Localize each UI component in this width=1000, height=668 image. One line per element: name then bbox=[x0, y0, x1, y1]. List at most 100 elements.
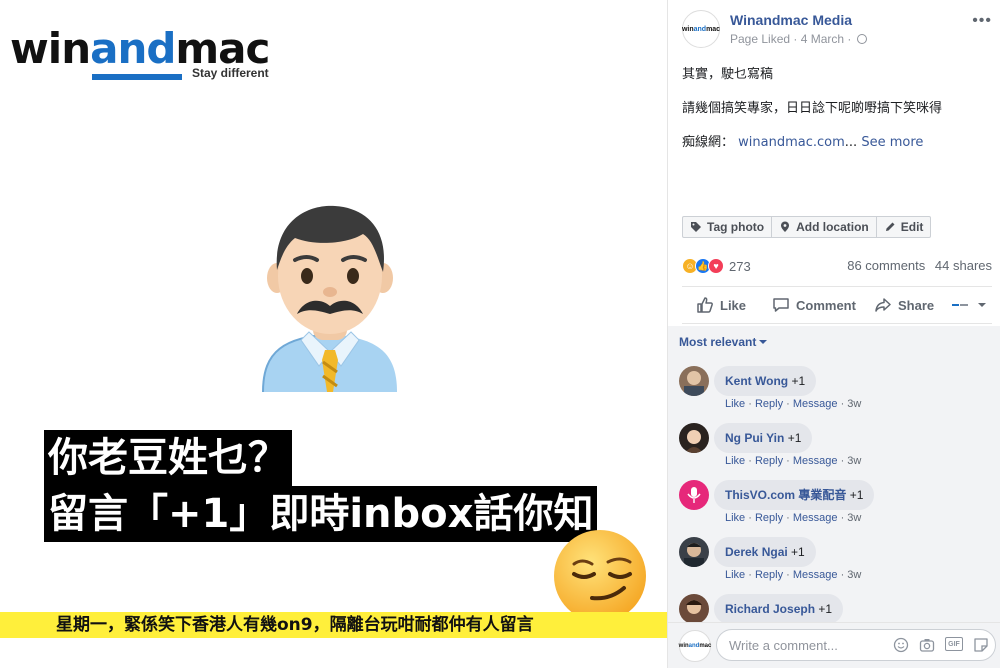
winandmac-link[interactable]: winandmac.com bbox=[738, 135, 845, 150]
avatar[interactable] bbox=[679, 480, 709, 510]
logo-prefix: win bbox=[10, 24, 91, 73]
avatar[interactable] bbox=[679, 423, 709, 453]
caption-line-1: 你老豆姓乜？ bbox=[44, 430, 292, 486]
comments-section: Most relevant Kent Wong +1 Like · Reply … bbox=[668, 326, 1000, 668]
add-location-button[interactable]: Add location bbox=[772, 216, 877, 238]
sticker-icon[interactable] bbox=[973, 637, 989, 653]
emoji-icon[interactable] bbox=[893, 637, 909, 653]
avatar-text-accent: and bbox=[693, 25, 707, 33]
comment-message-link[interactable]: Message bbox=[793, 512, 838, 524]
post-line-1: 其實，駛乜寫稿 bbox=[682, 67, 774, 82]
winandmac-logo: winandmac Stay different bbox=[10, 28, 270, 80]
tag-photo-button[interactable]: Tag photo bbox=[682, 216, 773, 238]
love-reaction-icon: ♥ bbox=[708, 258, 724, 274]
like-label: Like bbox=[720, 297, 747, 313]
tag-photo-label: Tag photo bbox=[707, 220, 765, 234]
image-caption: 你老豆姓乜？ 留言「+1」即時inbox話你知 bbox=[44, 430, 598, 542]
comment-message-link[interactable]: Message bbox=[793, 455, 838, 467]
comment-text: +1 bbox=[791, 545, 805, 559]
comment-like-link[interactable]: Like bbox=[725, 398, 745, 410]
post-as-selector[interactable] bbox=[951, 287, 986, 323]
engagement-counts: 86 comments 44 shares bbox=[847, 258, 992, 273]
avatar-text-suffix: mac bbox=[699, 643, 712, 649]
post-body: 其實，駛乜寫稿 請幾個搞笑專家，日日諗下呢啲嘢搞下笑咪得 痴線網： winand… bbox=[682, 66, 992, 168]
comment-item: ThisVO.com 專業配音 +1 Like · Reply · Messag… bbox=[679, 480, 989, 530]
caption-line-2: 留言「+1」即時inbox話你知 bbox=[44, 486, 598, 542]
page-name-link[interactable]: Winandmac Media bbox=[730, 12, 852, 28]
shares-count-link[interactable]: 44 shares bbox=[935, 258, 992, 273]
comment-item: Ng Pui Yin +1 Like · Reply · Message · 3… bbox=[679, 423, 989, 473]
comment-like-link[interactable]: Like bbox=[725, 569, 745, 581]
like-button[interactable]: Like bbox=[696, 287, 746, 323]
reactions-summary[interactable]: ☺ 👍 ♥ 273 bbox=[682, 258, 751, 274]
comment-input-tools: GIF bbox=[893, 637, 989, 653]
man-office-worker-emoji bbox=[262, 205, 397, 392]
write-comment-row: winandmac GIF bbox=[668, 622, 1000, 668]
comment-reply-link[interactable]: Reply bbox=[755, 398, 783, 410]
comment-reply-link[interactable]: Reply bbox=[755, 569, 783, 581]
post-line-3: 痴線網： winandmac.com... See more bbox=[682, 134, 992, 151]
post-image[interactable]: winandmac Stay different 你老豆姓乜？ 留言「+1」即時… bbox=[0, 0, 667, 668]
comment-bubble: ThisVO.com 專業配音 +1 bbox=[714, 480, 875, 510]
avatar[interactable] bbox=[679, 594, 709, 624]
chevron-down-icon bbox=[978, 303, 986, 307]
logo-accent: and bbox=[90, 24, 176, 73]
page-avatar[interactable]: win and mac bbox=[682, 10, 720, 48]
comment-text: +1 bbox=[849, 488, 864, 502]
share-button[interactable]: Share bbox=[874, 287, 934, 323]
post-side-panel: win and mac Winandmac Media Page Liked · 4… bbox=[667, 0, 1000, 668]
page-logo-mini-icon bbox=[952, 304, 968, 306]
more-options-icon[interactable]: ••• bbox=[972, 12, 992, 30]
gif-icon[interactable]: GIF bbox=[945, 637, 963, 651]
see-more-link[interactable]: See more bbox=[861, 135, 923, 150]
post-line-3-prefix: 痴線網： bbox=[682, 135, 735, 150]
comment-message-link[interactable]: Message bbox=[793, 398, 838, 410]
comment-meta: Like · Reply · Message · 3w bbox=[725, 512, 862, 524]
tag-icon bbox=[691, 222, 701, 232]
smirking-face-emoji bbox=[554, 530, 646, 622]
comment-label: Comment bbox=[796, 297, 856, 313]
edit-label: Edit bbox=[900, 220, 924, 234]
comment-like-link[interactable]: Like bbox=[725, 455, 745, 467]
comment-item: Kent Wong +1 Like · Reply · Message · 3w bbox=[679, 366, 989, 416]
comment-meta: Like · Reply · Message · 3w bbox=[725, 569, 862, 581]
post-header: win and mac Winandmac Media Page Liked · 4… bbox=[682, 10, 992, 50]
post-line-2: 請幾個搞笑專家，日日諗下呢啲嘢搞下笑咪得 bbox=[682, 101, 943, 116]
logo-tagline: Stay different bbox=[192, 66, 269, 80]
comment-item: Derek Ngai +1 Like · Reply · Message · 3… bbox=[679, 537, 989, 587]
post-action-bar: Like Comment Share bbox=[682, 286, 992, 324]
news-ticker: 星期一，緊係笑下香港人有幾on9，隔離台玩咁耐都仲有人留言 bbox=[0, 612, 667, 638]
commenter-name[interactable]: Derek Ngai bbox=[725, 545, 788, 559]
share-arrow-icon bbox=[875, 298, 891, 312]
comments-count-link[interactable]: 86 comments bbox=[847, 258, 925, 273]
avatar: win and mac bbox=[679, 630, 711, 662]
chevron-down-icon bbox=[759, 340, 768, 344]
comment-bubble: Kent Wong +1 bbox=[714, 366, 817, 396]
comment-time: 3w bbox=[847, 512, 862, 524]
comment-button[interactable]: Comment bbox=[772, 287, 856, 323]
avatar[interactable] bbox=[679, 366, 709, 396]
comment-message-link[interactable]: Message bbox=[793, 569, 838, 581]
thumbs-up-icon bbox=[697, 297, 713, 313]
commenter-name[interactable]: Richard Joseph bbox=[725, 602, 815, 616]
location-pin-icon bbox=[781, 221, 790, 232]
comment-text: +1 bbox=[791, 374, 806, 388]
avatar[interactable] bbox=[679, 537, 709, 567]
comment-time: 3w bbox=[847, 398, 862, 410]
reactions-count: 273 bbox=[729, 258, 751, 274]
comment-sort-dropdown[interactable]: Most relevant bbox=[679, 335, 768, 349]
logo-underline bbox=[92, 74, 182, 80]
commenter-name[interactable]: Ng Pui Yin bbox=[725, 431, 784, 445]
share-label: Share bbox=[898, 297, 935, 313]
commenter-name[interactable]: Kent Wong bbox=[725, 374, 788, 388]
globe-icon bbox=[856, 34, 867, 44]
comment-reply-link[interactable]: Reply bbox=[755, 512, 783, 524]
commenter-name[interactable]: ThisVO.com 專業配音 bbox=[725, 488, 846, 502]
photo-actions: Tag photo Add location Edit bbox=[682, 216, 932, 238]
comment-reply-link[interactable]: Reply bbox=[755, 455, 783, 467]
comment-meta: Like · Reply · Message · 3w bbox=[725, 398, 862, 410]
comment-time: 3w bbox=[847, 569, 862, 581]
edit-button[interactable]: Edit bbox=[876, 216, 932, 238]
camera-icon[interactable] bbox=[919, 637, 935, 653]
comment-like-link[interactable]: Like bbox=[725, 512, 745, 524]
